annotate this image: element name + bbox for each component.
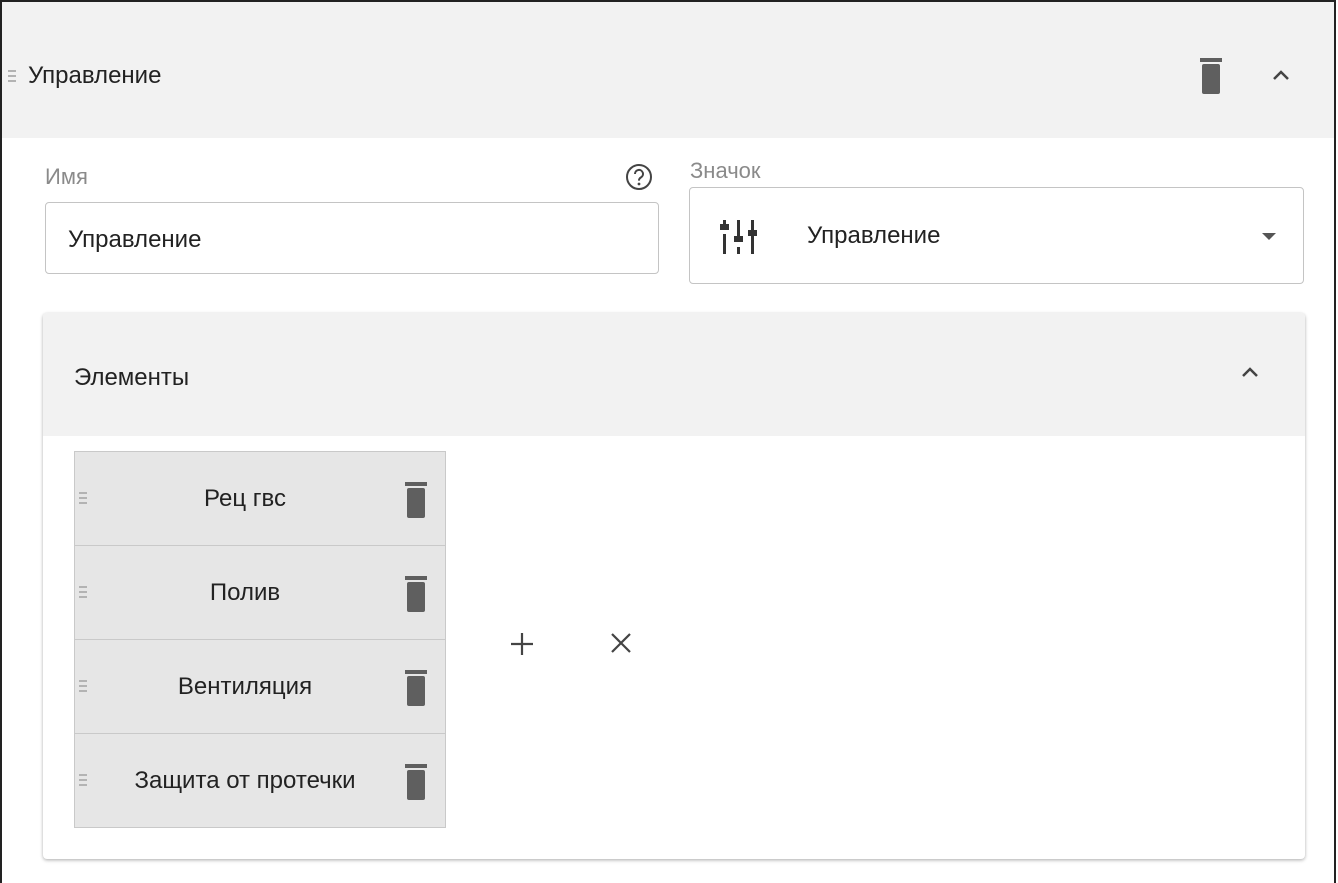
trash-icon (405, 576, 427, 612)
delete-section-button[interactable] (1200, 58, 1222, 94)
list-item-label: Защита от протечки (134, 767, 356, 794)
chevron-up-icon (1242, 367, 1258, 377)
drag-handle-icon[interactable] (79, 492, 87, 507)
list-item-label: Вентиляция (177, 673, 313, 700)
trash-icon (405, 764, 427, 800)
drag-handle-icon[interactable] (8, 70, 16, 85)
trash-icon (405, 670, 427, 706)
collapse-elements-button[interactable] (1241, 365, 1259, 383)
icon-select-value: Управление (807, 222, 941, 249)
icon-select[interactable]: Управление (689, 187, 1304, 284)
dropdown-arrow-icon[interactable] (1262, 233, 1276, 240)
list-item-label: Рец гвс (204, 485, 286, 512)
drag-handle-icon[interactable] (79, 680, 87, 695)
list-item[interactable]: Защита от протечки (74, 733, 446, 828)
elements-list: Рец гвс Полив Вентиляция Защита от проте… (74, 451, 446, 828)
elements-card-header[interactable]: Элементы (43, 313, 1305, 436)
delete-item-button[interactable] (405, 576, 427, 612)
elements-card: Элементы Рец гвс Полив Вентиляция Защита… (43, 313, 1305, 859)
trash-icon (1200, 58, 1222, 94)
tune-icon (718, 216, 760, 263)
plus-icon (511, 633, 533, 655)
delete-item-button[interactable] (405, 764, 427, 800)
close-icon (611, 633, 631, 653)
chevron-up-icon (1273, 70, 1289, 80)
section-title: Управление (28, 62, 162, 89)
cancel-button[interactable] (609, 631, 633, 660)
elements-title: Элементы (74, 364, 190, 391)
drag-handle-icon[interactable] (79, 774, 87, 789)
icon-field-label: Значок (690, 158, 761, 183)
collapse-section-button[interactable] (1272, 68, 1290, 86)
list-item[interactable]: Вентиляция (74, 639, 446, 734)
add-element-button[interactable] (509, 631, 535, 662)
section-header[interactable]: Управление (2, 2, 1334, 138)
list-item[interactable]: Рец гвс (74, 451, 446, 546)
drag-handle-icon[interactable] (79, 586, 87, 601)
delete-item-button[interactable] (405, 670, 427, 706)
trash-icon (405, 482, 427, 518)
name-field-label: Имя (45, 164, 88, 189)
delete-item-button[interactable] (405, 482, 427, 518)
name-input[interactable]: Управление (45, 202, 659, 274)
list-item-label: Полив (209, 579, 281, 606)
list-item[interactable]: Полив (74, 545, 446, 640)
help-icon[interactable] (624, 162, 654, 197)
